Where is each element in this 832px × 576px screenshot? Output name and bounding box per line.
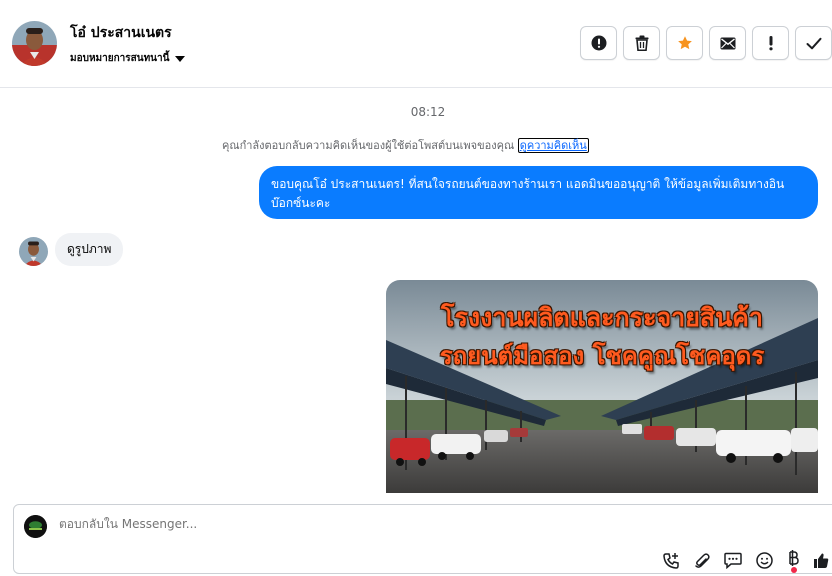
image-title-line1: โรงงานผลิตและกระจายสินค้า	[441, 303, 763, 332]
notification-dot	[791, 567, 797, 573]
spam-icon	[591, 35, 606, 51]
mark-unread-button[interactable]	[709, 26, 746, 60]
mark-spam-button[interactable]	[580, 26, 617, 60]
assign-conversation-dropdown[interactable]: มอบหมายการสนทนานี้	[70, 51, 186, 66]
incoming-message-text: ดูรูปภาพ	[67, 242, 112, 256]
reply-composer	[13, 504, 832, 574]
important-icon	[768, 36, 773, 51]
mark-done-button[interactable]	[795, 26, 832, 60]
page-avatar	[24, 515, 47, 538]
envelope-icon	[720, 37, 735, 49]
mark-important-button[interactable]	[752, 26, 789, 60]
caret-down-icon	[175, 55, 186, 62]
star-button[interactable]	[666, 26, 703, 60]
contact-name[interactable]: โอ๋ ประสานเนตร	[70, 22, 172, 44]
star-icon	[677, 36, 692, 50]
comment-reply-notice: คุณกำลังตอบกลับความคิดเห็นของผู้ใช้ต่อโพ…	[222, 136, 589, 154]
message-timestamp: 08:12	[410, 105, 446, 119]
conversation-header: โอ๋ ประสานเนตร มอบหมายการสนทนานี้	[0, 0, 832, 88]
check-icon	[806, 37, 821, 49]
trash-icon	[635, 35, 648, 51]
sender-avatar[interactable]	[19, 237, 48, 266]
outgoing-message-bubble[interactable]: ขอบคุณโอ๋ ประสานเนตร! ที่สนใจรถยนต์ของทา…	[259, 166, 818, 219]
assign-label: มอบหมายการสนทนานี้	[70, 53, 170, 64]
reply-input[interactable]	[59, 517, 459, 531]
outgoing-message-text: ขอบคุณโอ๋ ประสานเนตร! ที่สนใจรถยนต์ของทา…	[271, 177, 785, 210]
notice-text: คุณกำลังตอบกลับความคิดเห็นของผู้ใช้ต่อโพ…	[222, 139, 515, 152]
contact-avatar[interactable]	[12, 21, 57, 66]
image-attachment[interactable]: โรงงานผลิตและกระจายสินค้า รถยนต์มือสอง โ…	[386, 280, 818, 493]
incoming-message-bubble[interactable]: ดูรูปภาพ	[55, 233, 124, 266]
delete-button[interactable]	[623, 26, 660, 60]
header-actions	[580, 26, 832, 60]
image-title-line2: รถยนต์มือสอง โชคคูณโชคอุดร	[439, 342, 765, 370]
view-comment-link[interactable]: ดูความคิดเห็น	[517, 138, 589, 153]
